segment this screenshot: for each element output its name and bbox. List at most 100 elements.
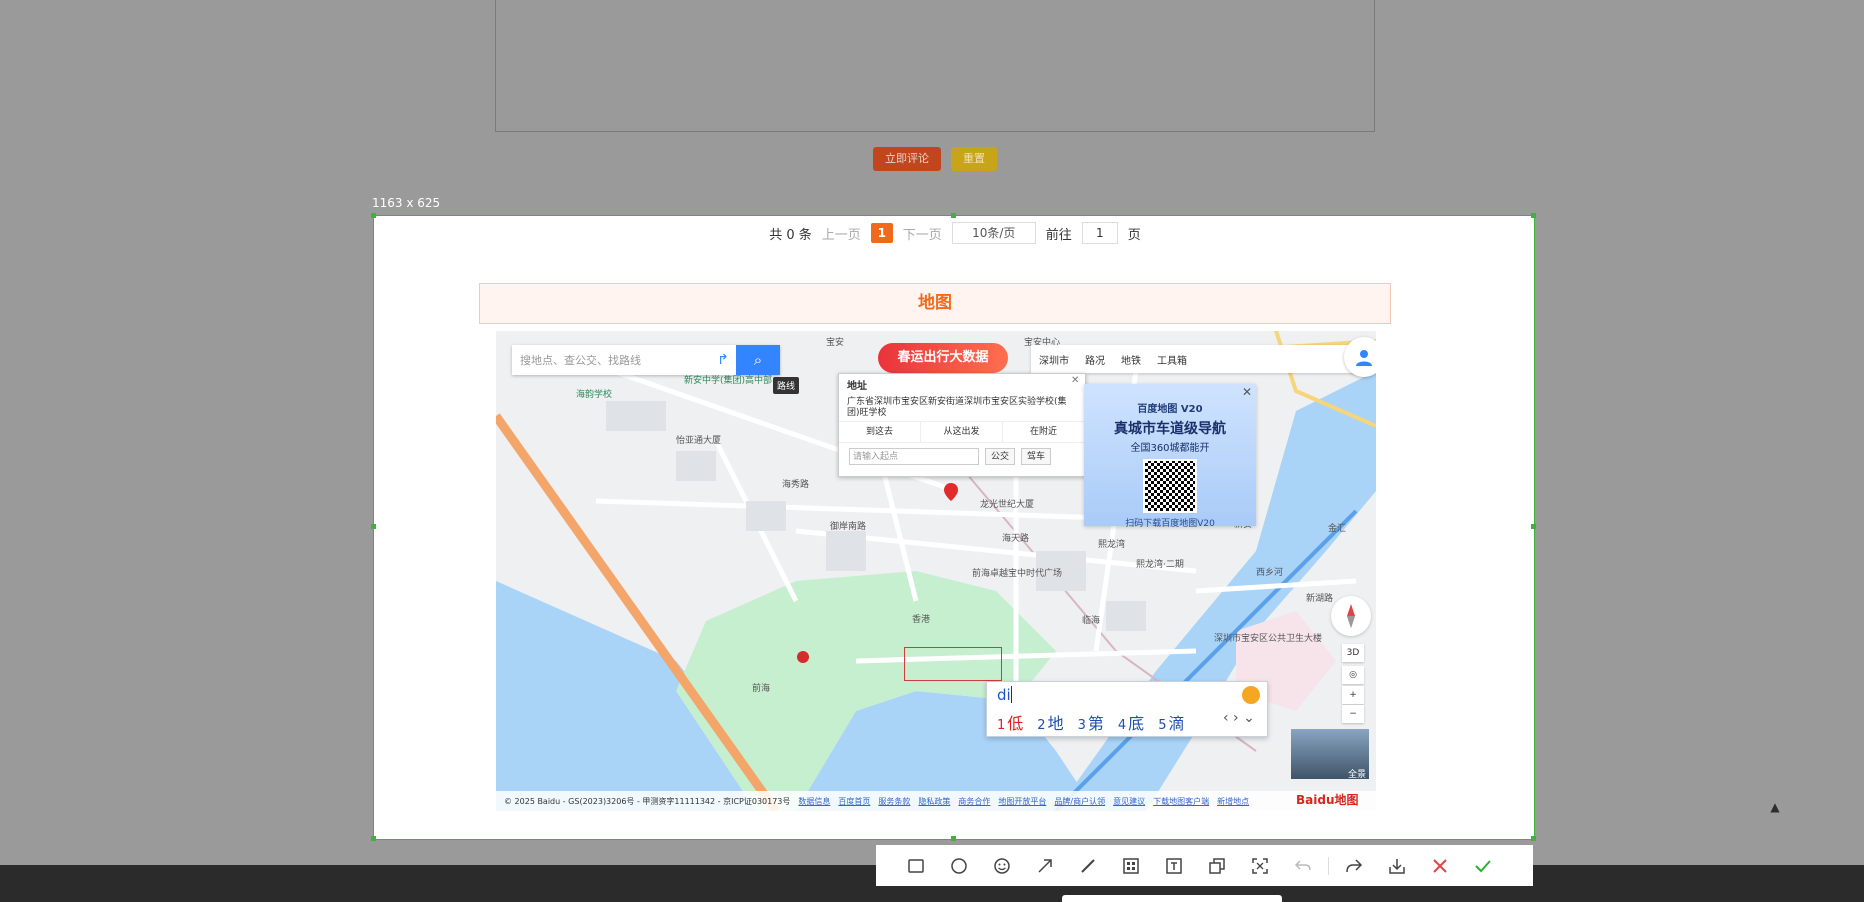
footer-link[interactable]: 服务条款: [878, 796, 910, 807]
ime-candidate[interactable]: 4底: [1118, 710, 1144, 734]
footer-link[interactable]: 意见建议: [1113, 796, 1145, 807]
poi-label: 海韵学校: [576, 390, 613, 400]
resize-handle[interactable]: [951, 836, 956, 841]
ime-candidate[interactable]: 3第: [1078, 710, 1104, 734]
qr-code-icon: [1143, 459, 1197, 513]
footer-link[interactable]: 隐私政策: [918, 796, 950, 807]
text-icon[interactable]: [1152, 845, 1195, 886]
comment-textarea[interactable]: [495, 0, 1375, 132]
tab-go-here[interactable]: 到这去: [839, 421, 921, 443]
ime-candidate[interactable]: 2地: [1037, 710, 1063, 734]
annotation-rectangle[interactable]: [904, 647, 1002, 681]
user-avatar-icon[interactable]: [1344, 337, 1376, 377]
resize-handle[interactable]: [1531, 213, 1536, 218]
ime-candidates: 1低 2地 3第 4底 5滴: [997, 710, 1184, 734]
resize-handle[interactable]: [371, 524, 376, 529]
bottom-tab: [1062, 895, 1282, 902]
promo-headline: 真城市车道级导航: [1114, 421, 1226, 437]
compass-icon[interactable]: [1331, 596, 1371, 636]
bus-button[interactable]: 公交: [985, 448, 1016, 465]
ocr-icon[interactable]: [1238, 845, 1281, 886]
subway-button[interactable]: 地铁: [1113, 352, 1149, 367]
arrow-icon[interactable]: [1023, 845, 1066, 886]
goto-page-input[interactable]: 1: [1081, 222, 1118, 244]
map-view[interactable]: 宝安 宝安中心 新安中学(集团)高中部 海韵学校 怡亚通大厦 海秀路 龙光世纪大…: [496, 331, 1376, 811]
ime-composition: di: [997, 686, 1011, 704]
poi-label: 熙龙湾: [1098, 540, 1126, 550]
line-icon[interactable]: [1066, 845, 1109, 886]
current-page[interactable]: 1: [870, 223, 893, 243]
resize-handle[interactable]: [1531, 524, 1536, 529]
3d-toggle[interactable]: 3D: [1342, 644, 1364, 662]
drive-button[interactable]: 驾车: [1021, 448, 1052, 465]
route-icon[interactable]: ↱: [710, 345, 736, 375]
footer-link[interactable]: 商务合作: [958, 796, 990, 807]
start-point-input[interactable]: 请输入起点: [849, 448, 979, 465]
total-count: 共 0 条: [769, 227, 812, 243]
promo-banner[interactable]: 春运出行大数据: [878, 343, 1008, 373]
route-tooltip: 路线: [773, 377, 800, 394]
poi-label: 西乡河: [1256, 568, 1284, 578]
mosaic-icon[interactable]: [1109, 845, 1152, 886]
capture-selection[interactable]: 共 0 条 上一页 1 下一页 10条/页 前往 1 页 地图 宝安 宝安中心 …: [373, 215, 1535, 840]
footer-link[interactable]: 品牌/商户认领: [1054, 796, 1105, 807]
tab-nearby[interactable]: 在附近: [1003, 421, 1085, 443]
resize-handle[interactable]: [951, 213, 956, 218]
ime-page-nav-icon[interactable]: ‹ › ⌄: [1223, 710, 1255, 726]
resize-handle[interactable]: [371, 213, 376, 218]
resize-handle[interactable]: [371, 836, 376, 841]
confirm-icon[interactable]: [1461, 845, 1504, 886]
undo-icon[interactable]: [1281, 845, 1324, 886]
poi-label: 金汇: [1328, 524, 1347, 534]
promo-card[interactable]: 百度地图 V20 真城市车道级导航 全国360城都能开 扫码下载百度地图V20: [1084, 384, 1256, 529]
footer-link[interactable]: 百度首页: [838, 796, 870, 807]
ime-candidate[interactable]: 1低: [997, 710, 1023, 734]
toolbar-divider: [1324, 845, 1332, 886]
info-window: 地址 广东省深圳市宝安区新安街道深圳市宝安区实验学校(集团)旺学校 到这去 从这…: [838, 373, 1086, 477]
capture-size-label: 1163 x 625: [372, 196, 441, 210]
tab-start-here[interactable]: 从这出发: [921, 421, 1003, 443]
cancel-icon[interactable]: [1418, 845, 1461, 886]
poi-label: 前海卓越宝中时代广场: [972, 569, 1063, 579]
poi-label: 海秀路: [782, 480, 810, 490]
map-search-input[interactable]: 搜地点、查公交、找路线: [512, 352, 710, 368]
promo-brand: 百度地图 V20: [1137, 404, 1203, 415]
resize-handle[interactable]: [1531, 836, 1536, 841]
footer-link[interactable]: 数据信息: [798, 796, 830, 807]
map-search-box[interactable]: 搜地点、查公交、找路线 ↱ ⌕: [512, 345, 780, 375]
footer-link[interactable]: 下载地图客户端: [1153, 796, 1209, 807]
info-address: 广东省深圳市宝安区新安街道深圳市宝安区实验学校(集团)旺学校: [847, 397, 1067, 418]
ime-logo-icon: [1242, 686, 1260, 704]
share-icon[interactable]: [1332, 845, 1375, 886]
zoom-out-button[interactable]: −: [1342, 705, 1364, 723]
search-icon[interactable]: ⌕: [736, 345, 780, 375]
traffic-button[interactable]: 路况: [1077, 352, 1113, 367]
poi-label: 怡亚通大厦: [676, 436, 722, 446]
baidu-map-logo: Baidu地图: [1296, 793, 1359, 807]
toolbox-button[interactable]: 工具箱: [1149, 352, 1195, 367]
rectangle-icon[interactable]: [894, 845, 937, 886]
location-marker-icon[interactable]: [944, 483, 958, 501]
emoji-icon[interactable]: [980, 845, 1023, 886]
close-icon[interactable]: ✕: [1242, 385, 1252, 399]
promo-scan-text: 扫码下载百度地图V20: [1125, 519, 1215, 529]
poi-label: 熙龙湾·二期: [1136, 560, 1184, 570]
ellipse-icon[interactable]: [937, 845, 980, 886]
ime-candidate[interactable]: 5滴: [1158, 710, 1184, 734]
locate-icon[interactable]: ◎: [1342, 666, 1364, 684]
copy-icon[interactable]: [1195, 845, 1238, 886]
submit-comment-button[interactable]: 立即评论: [873, 147, 941, 171]
prev-page-button[interactable]: 上一页: [822, 224, 861, 243]
map-copyright: © 2025 Baidu - GS(2023)3206号 - 甲测资字11111…: [504, 796, 791, 806]
city-select[interactable]: 深圳市: [1031, 352, 1077, 367]
footer-link[interactable]: 新增地点: [1217, 796, 1249, 807]
page-size-select[interactable]: 10条/页: [951, 222, 1036, 244]
close-icon[interactable]: ✕: [1071, 375, 1079, 386]
zoom-in-button[interactable]: +: [1342, 686, 1364, 704]
reset-button[interactable]: 重置: [951, 147, 997, 171]
scroll-top-icon[interactable]: ▲: [1768, 800, 1782, 814]
next-page-button[interactable]: 下一页: [903, 224, 942, 243]
footer-link[interactable]: 地图开放平台: [998, 796, 1046, 807]
save-icon[interactable]: [1375, 845, 1418, 886]
poi-label: 新湖路: [1306, 594, 1334, 604]
